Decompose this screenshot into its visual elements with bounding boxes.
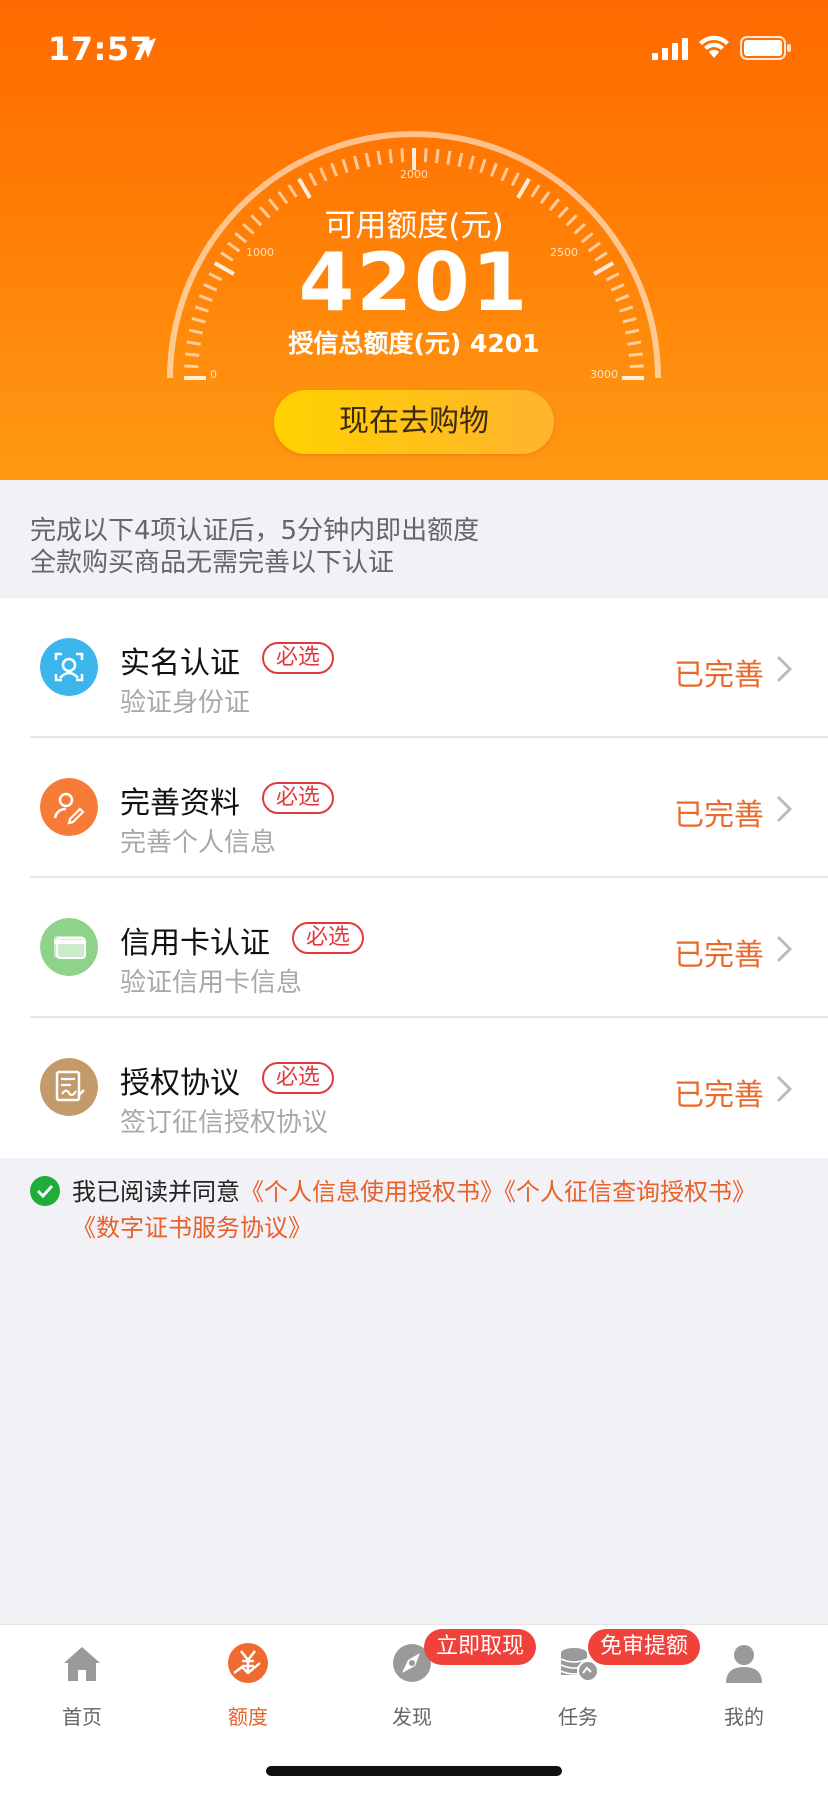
gauge-tick <box>184 364 199 369</box>
cert-item-profile[interactable]: 完善资料 必选 完善个人信息 已完善 <box>0 738 828 878</box>
face-id-icon <box>40 638 98 696</box>
gauge-tick-label: 0 <box>210 368 217 381</box>
total-credit-text: 授信总额度(元) 4201 <box>288 329 540 358</box>
gauge-tick <box>530 184 541 198</box>
chevron-right-icon <box>776 795 793 823</box>
cert-status: 已完善 <box>674 938 764 973</box>
gauge-tick <box>330 162 338 177</box>
gauge-tick <box>319 167 328 182</box>
cert-desc: 验证身份证 <box>120 688 251 718</box>
contract-icon <box>40 1058 98 1116</box>
gauge-tick <box>446 150 452 165</box>
checkmark-icon[interactable] <box>30 1176 60 1206</box>
chevron-right-icon <box>776 655 793 683</box>
gauge-tick <box>468 155 475 170</box>
tab-label: 额度 <box>228 1705 268 1729</box>
agreement-text: 我已阅读并同意《个人信息使用授权书》《个人征信查询授权书》《数字证书服务协议》 <box>72 1174 812 1246</box>
agreement-prefix: 我已阅读并同意 <box>72 1178 240 1206</box>
notice-line: 全款购买商品无需完善以下认证 <box>30 548 395 578</box>
certification-notice: 完成以下4项认证后，5分钟内即出额度 全款购买商品无需完善以下认证 <box>0 480 828 598</box>
tab-label: 我的 <box>724 1705 764 1729</box>
tab-label: 任务 <box>558 1705 598 1729</box>
required-badge: 必选 <box>292 922 365 954</box>
user-icon <box>726 1645 762 1683</box>
cert-title: 实名认证 <box>120 646 240 681</box>
gauge-tick <box>388 149 393 164</box>
digital-certificate-agreement-link[interactable]: 《数字证书服务协议》 <box>72 1214 312 1242</box>
gauge-tick-label: 2000 <box>400 168 428 181</box>
tab-label: 发现 <box>392 1705 432 1729</box>
cert-desc: 完善个人信息 <box>120 828 277 858</box>
yen-icon <box>228 1643 268 1683</box>
cert-status: 已完善 <box>674 1078 764 1113</box>
chevron-right-icon <box>776 1075 793 1103</box>
cert-title: 信用卡认证 <box>120 926 270 961</box>
credit-header: 17:57 0 1000 2000 2500 3000 可用额度(元) 4201… <box>0 0 828 480</box>
required-badge: 必选 <box>262 782 335 814</box>
home-indicator <box>266 1766 562 1776</box>
credit-query-authorization-link[interactable]: 《个人征信查询授权书》 <box>504 1178 756 1206</box>
available-credit-value: 4201 <box>298 236 530 329</box>
gauge-tick <box>629 364 644 369</box>
cert-item-real-name[interactable]: 实名认证 必选 验证身份证 已完善 <box>0 598 828 738</box>
tab-credit[interactable]: 额度 <box>188 1625 308 1735</box>
gauge-tick <box>423 148 428 163</box>
gauge-tick <box>479 158 487 174</box>
gauge-tick <box>376 150 382 165</box>
gauge-tick <box>516 177 531 199</box>
gauge-tick <box>510 172 520 187</box>
go-shopping-button[interactable]: 现在去购物 <box>274 390 554 454</box>
cert-item-authorization[interactable]: 授权协议 必选 签订征信授权协议 已完善 <box>0 1018 828 1158</box>
cert-title: 完善资料 <box>120 786 240 821</box>
cert-status: 已完善 <box>674 798 764 833</box>
gauge-tick <box>500 167 509 182</box>
gauge-tick <box>490 162 498 177</box>
cert-status: 已完善 <box>674 658 764 693</box>
chevron-right-icon <box>776 935 793 963</box>
tab-home[interactable]: 首页 <box>22 1625 142 1735</box>
task-limit-badge: 免审提额 <box>588 1629 701 1665</box>
gauge-tick <box>457 152 464 168</box>
tab-profile[interactable]: 我的 <box>684 1625 804 1735</box>
cert-desc: 签订征信授权协议 <box>120 1108 329 1138</box>
discover-cash-badge: 立即取现 <box>424 1629 537 1665</box>
tab-label: 首页 <box>62 1705 102 1729</box>
gauge-tick <box>435 149 440 164</box>
gauge-tick <box>308 172 318 187</box>
certification-list: 实名认证 必选 验证身份证 已完善 完善资料 必选 完善个人信息 已完善 信用卡… <box>0 598 828 1158</box>
required-badge: 必选 <box>262 1062 335 1094</box>
profile-edit-icon <box>40 778 98 836</box>
personal-info-authorization-link[interactable]: 《个人信息使用授权书》 <box>240 1178 504 1206</box>
gauge-tick-label: 3000 <box>590 368 618 381</box>
required-badge: 必选 <box>262 642 335 674</box>
credit-card-icon <box>40 918 98 976</box>
gauge-tick <box>353 155 360 170</box>
gauge-tick <box>287 184 298 198</box>
gauge-tick <box>364 152 371 168</box>
cert-item-credit-card[interactable]: 信用卡认证 必选 验证信用卡信息 已完善 <box>0 878 828 1018</box>
home-icon <box>64 1647 100 1681</box>
cert-title: 授权协议 <box>120 1066 240 1101</box>
cert-desc: 验证信用卡信息 <box>120 968 303 998</box>
gauge-tick <box>341 158 349 174</box>
gauge-tick <box>400 148 405 163</box>
gauge-tick <box>297 177 312 199</box>
